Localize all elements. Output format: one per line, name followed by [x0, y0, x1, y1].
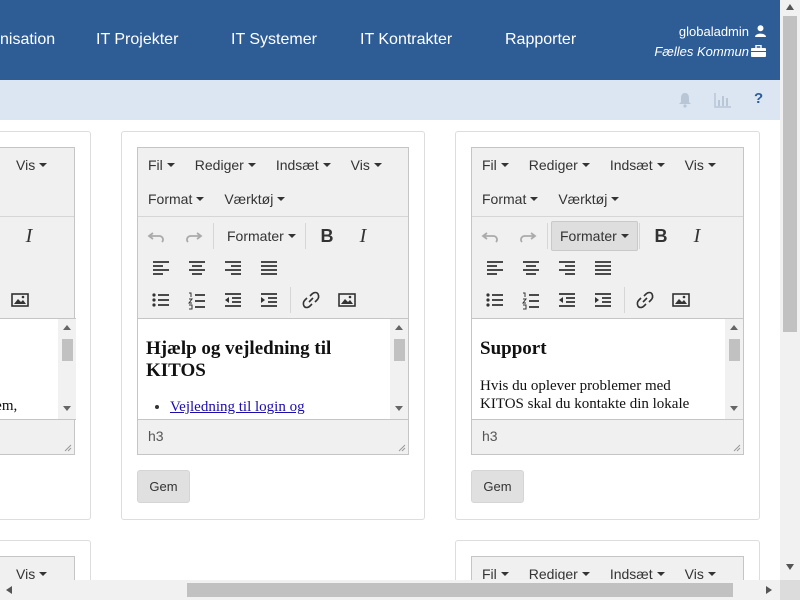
- resize-handle[interactable]: [733, 444, 741, 452]
- image-icon[interactable]: [335, 288, 359, 312]
- editor-left: Vis I tem,: [0, 147, 76, 455]
- image-icon[interactable]: [8, 288, 32, 312]
- formats-dropdown[interactable]: Formater: [551, 221, 638, 251]
- user-block[interactable]: globaladmin Fælles Kommun: [654, 22, 766, 60]
- scroll-down-icon[interactable]: [786, 564, 794, 570]
- save-button[interactable]: Gem: [137, 470, 190, 503]
- top-navbar: nisation IT Projekter IT Systemer IT Kon…: [0, 0, 780, 80]
- sub-toolbar: ?: [0, 80, 780, 120]
- element-path[interactable]: h3: [482, 428, 498, 444]
- link-icon[interactable]: [299, 288, 323, 312]
- redo-icon[interactable]: [515, 224, 539, 248]
- undo-icon[interactable]: [145, 224, 169, 248]
- menu-rediger[interactable]: Rediger: [519, 157, 600, 173]
- menu-indsaet[interactable]: Indsæt: [600, 157, 675, 173]
- nav-item-organisation[interactable]: nisation: [0, 31, 55, 49]
- save-button[interactable]: Gem: [471, 470, 524, 503]
- outdent-icon[interactable]: [221, 288, 245, 312]
- content-scrollbar[interactable]: [390, 319, 408, 419]
- briefcase-icon: [751, 45, 766, 57]
- panel-help: Fil Rediger Indsæt Vis Format Værktøj Fo…: [121, 131, 425, 520]
- align-justify-icon[interactable]: [591, 256, 615, 280]
- resize-handle[interactable]: [398, 444, 406, 452]
- nav-item-it-projekter[interactable]: IT Projekter: [96, 31, 178, 49]
- help-button[interactable]: ?: [754, 90, 763, 107]
- menu-vaerktoej[interactable]: Værktøj: [548, 191, 629, 207]
- scrollbar-corner: [780, 580, 800, 600]
- user-icon: [755, 25, 766, 37]
- redo-icon[interactable]: [181, 224, 205, 248]
- align-right-icon[interactable]: [555, 256, 579, 280]
- undo-icon[interactable]: [479, 224, 503, 248]
- align-left-icon[interactable]: [149, 256, 173, 280]
- menu-format[interactable]: Format: [472, 191, 548, 207]
- bar-chart-icon[interactable]: [714, 92, 732, 108]
- numbered-list-icon[interactable]: [185, 288, 209, 312]
- bold-button[interactable]: B: [315, 224, 339, 248]
- bell-icon[interactable]: [677, 92, 693, 108]
- image-icon[interactable]: [669, 288, 693, 312]
- indent-icon[interactable]: [257, 288, 281, 312]
- resize-handle[interactable]: [64, 444, 72, 452]
- align-right-icon[interactable]: [221, 256, 245, 280]
- help-login-link[interactable]: Vejledning til login og: [170, 399, 305, 415]
- organisation-name[interactable]: Fælles Kommun: [654, 44, 749, 59]
- outdent-icon[interactable]: [555, 288, 579, 312]
- menu-format[interactable]: Format: [138, 191, 214, 207]
- scroll-left-icon[interactable]: [6, 586, 12, 594]
- editor-statusbar: h3: [138, 418, 408, 454]
- page-horizontal-scrollbar[interactable]: [0, 580, 780, 600]
- menu-vis[interactable]: Vis: [6, 157, 57, 173]
- bold-button[interactable]: B: [649, 224, 673, 248]
- link-icon[interactable]: [633, 288, 657, 312]
- content-scrollbar[interactable]: [725, 319, 743, 419]
- menu-rediger[interactable]: Rediger: [185, 157, 266, 173]
- menu-fil[interactable]: Fil: [472, 157, 519, 173]
- scroll-right-icon[interactable]: [766, 586, 772, 594]
- editor-left-content[interactable]: tem,: [0, 318, 76, 420]
- italic-button[interactable]: I: [17, 224, 41, 248]
- menu-indsaet[interactable]: Indsæt: [266, 157, 341, 173]
- content-fragment: tem,: [0, 398, 18, 414]
- menu-fil[interactable]: Fil: [138, 157, 185, 173]
- panel-left: Vis I tem,: [0, 131, 91, 520]
- panel-support: Fil Rediger Indsæt Vis Format Værktøj Fo…: [455, 131, 760, 520]
- editor-help-content[interactable]: Hjælp og vejledning til KITOS Vejledning…: [138, 318, 408, 420]
- bullet-list-icon[interactable]: [483, 288, 507, 312]
- align-center-icon[interactable]: [185, 256, 209, 280]
- align-justify-icon[interactable]: [257, 256, 281, 280]
- nav-item-it-kontrakter[interactable]: IT Kontrakter: [360, 31, 452, 49]
- align-left-icon[interactable]: [483, 256, 507, 280]
- italic-button[interactable]: I: [351, 224, 375, 248]
- formats-dropdown[interactable]: Formater: [219, 221, 304, 251]
- menu-vis[interactable]: Vis: [675, 157, 726, 173]
- indent-icon[interactable]: [591, 288, 615, 312]
- menu-vaerktoej[interactable]: Værktøj: [214, 191, 295, 207]
- scroll-up-icon[interactable]: [786, 4, 794, 10]
- align-center-icon[interactable]: [519, 256, 543, 280]
- menu-vis[interactable]: Vis: [341, 157, 392, 173]
- italic-button[interactable]: I: [685, 224, 709, 248]
- nav-item-it-systemer[interactable]: IT Systemer: [231, 31, 317, 49]
- support-body: Hvis du oplever problemer med KITOS skal…: [480, 378, 690, 412]
- content-scrollbar[interactable]: [58, 319, 76, 419]
- editor-support-content[interactable]: Support Hvis du oplever problemer med KI…: [472, 318, 743, 420]
- bullet-list-icon[interactable]: [149, 288, 173, 312]
- editor-statusbar: h3: [472, 418, 743, 454]
- support-heading: Support: [480, 338, 547, 359]
- editor-support: Fil Rediger Indsæt Vis Format Værktøj Fo…: [471, 147, 744, 455]
- element-path[interactable]: h3: [148, 428, 164, 444]
- help-heading: Hjælp og vejledning til KITOS: [146, 338, 332, 381]
- username[interactable]: globaladmin: [679, 24, 749, 39]
- nav-item-rapporter[interactable]: Rapporter: [505, 31, 576, 49]
- numbered-list-icon[interactable]: [519, 288, 543, 312]
- editor-help: Fil Rediger Indsæt Vis Format Værktøj Fo…: [137, 147, 409, 455]
- page-vertical-scrollbar[interactable]: [780, 0, 800, 580]
